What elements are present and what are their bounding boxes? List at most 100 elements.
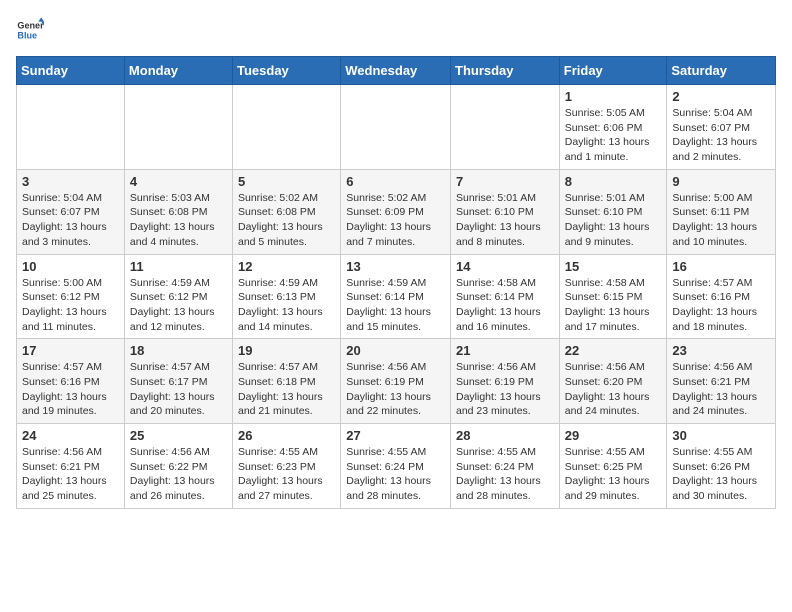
day-info-line: Daylight: 13 hours and 17 minutes.: [565, 305, 662, 334]
day-info-line: Daylight: 13 hours and 25 minutes.: [22, 474, 119, 503]
day-info-line: Daylight: 13 hours and 24 minutes.: [672, 390, 770, 419]
calendar-cell: [124, 85, 232, 170]
day-number: 10: [22, 259, 119, 274]
day-info-line: Daylight: 13 hours and 11 minutes.: [22, 305, 119, 334]
calendar-cell: 25 Sunrise: 4:56 AMSunset: 6:22 PMDayligh…: [124, 424, 232, 509]
day-info-line: Sunset: 6:22 PM: [130, 460, 227, 475]
day-info-line: Sunrise: 4:55 AM: [456, 445, 554, 460]
weekday-header-row: SundayMondayTuesdayWednesdayThursdayFrid…: [17, 57, 776, 85]
day-info-line: Sunrise: 5:04 AM: [672, 106, 770, 121]
day-info-line: Sunrise: 4:57 AM: [238, 360, 335, 375]
calendar-cell: 22Sunrise: 4:56 AMSunset: 6:20 PMDayligh…: [559, 339, 667, 424]
day-number: 17: [22, 343, 119, 358]
day-info-line: Daylight: 13 hours and 22 minutes.: [346, 390, 445, 419]
day-info-line: Sunset: 6:12 PM: [22, 290, 119, 305]
day-number: 16: [672, 259, 770, 274]
day-info-line: Sunrise: 4:55 AM: [672, 445, 770, 460]
day-info-line: Daylight: 13 hours and 5 minutes.: [238, 220, 335, 249]
calendar-cell: 18Sunrise: 4:57 AMSunset: 6:17 PMDayligh…: [124, 339, 232, 424]
day-info-line: Sunrise: 5:01 AM: [456, 191, 554, 206]
day-info-line: Daylight: 13 hours and 20 minutes.: [130, 390, 227, 419]
day-info-line: Sunrise: 4:59 AM: [238, 276, 335, 291]
calendar-cell: 5Sunrise: 5:02 AMSunset: 6:08 PMDaylight…: [233, 169, 341, 254]
day-info-line: Sunset: 6:09 PM: [346, 205, 445, 220]
day-info-line: Sunrise: 5:05 AM: [565, 106, 662, 121]
calendar-cell: [233, 85, 341, 170]
calendar-cell: [17, 85, 125, 170]
svg-text:Blue: Blue: [17, 30, 37, 40]
day-info-line: Sunset: 6:08 PM: [238, 205, 335, 220]
day-info-line: Sunrise: 4:56 AM: [672, 360, 770, 375]
day-info-line: Daylight: 13 hours and 12 minutes.: [130, 305, 227, 334]
day-info-line: Sunrise: 5:02 AM: [238, 191, 335, 206]
calendar-cell: 9Sunrise: 5:00 AMSunset: 6:11 PMDaylight…: [667, 169, 776, 254]
page-header: General Blue: [16, 16, 776, 44]
day-number: 2: [672, 89, 770, 104]
day-number: 22: [565, 343, 662, 358]
day-info-line: Sunset: 6:12 PM: [130, 290, 227, 305]
day-info-line: Daylight: 13 hours and 14 minutes.: [238, 305, 335, 334]
calendar-cell: 13Sunrise: 4:59 AMSunset: 6:14 PMDayligh…: [341, 254, 451, 339]
weekday-header-wednesday: Wednesday: [341, 57, 451, 85]
day-info-line: Daylight: 13 hours and 27 minutes.: [238, 474, 335, 503]
day-info-line: Sunrise: 4:57 AM: [130, 360, 227, 375]
calendar-week-row: 24Sunrise: 4:56 AMSunset: 6:21 PMDayligh…: [17, 424, 776, 509]
day-info-line: Daylight: 13 hours and 2 minutes.: [672, 135, 770, 164]
calendar-cell: 8Sunrise: 5:01 AMSunset: 6:10 PMDaylight…: [559, 169, 667, 254]
day-info-line: Daylight: 13 hours and 10 minutes.: [672, 220, 770, 249]
day-info-line: Sunset: 6:19 PM: [456, 375, 554, 390]
calendar-cell: [451, 85, 560, 170]
day-number: 27: [346, 428, 445, 443]
day-number: 23: [672, 343, 770, 358]
day-number: 6: [346, 174, 445, 189]
day-info-line: Sunset: 6:16 PM: [672, 290, 770, 305]
day-info-line: Sunset: 6:14 PM: [456, 290, 554, 305]
day-info-line: Sunset: 6:19 PM: [346, 375, 445, 390]
day-info-line: Daylight: 13 hours and 4 minutes.: [130, 220, 227, 249]
day-info-line: Sunrise: 4:58 AM: [456, 276, 554, 291]
day-info-line: Sunrise: 4:56 AM: [130, 445, 227, 460]
day-info-line: Daylight: 13 hours and 28 minutes.: [456, 474, 554, 503]
calendar-cell: 10 Sunrise: 5:00 AMSunset: 6:12 PMDayligh…: [17, 254, 125, 339]
day-info-line: Sunset: 6:06 PM: [565, 121, 662, 136]
day-info-line: Daylight: 13 hours and 29 minutes.: [565, 474, 662, 503]
day-number: 3: [22, 174, 119, 189]
day-info-line: Sunrise: 4:58 AM: [565, 276, 662, 291]
day-info-line: Sunrise: 5:01 AM: [565, 191, 662, 206]
day-info-line: Sunset: 6:14 PM: [346, 290, 445, 305]
calendar-week-row: 3Sunrise: 5:04 AMSunset: 6:07 PMDaylight…: [17, 169, 776, 254]
calendar-cell: 15Sunrise: 4:58 AMSunset: 6:15 PMDayligh…: [559, 254, 667, 339]
day-info-line: Daylight: 13 hours and 15 minutes.: [346, 305, 445, 334]
calendar-cell: [341, 85, 451, 170]
calendar-cell: 14Sunrise: 4:58 AMSunset: 6:14 PMDayligh…: [451, 254, 560, 339]
day-info-line: Daylight: 13 hours and 19 minutes.: [22, 390, 119, 419]
calendar-cell: 23Sunrise: 4:56 AMSunset: 6:21 PMDayligh…: [667, 339, 776, 424]
day-info-line: Sunrise: 4:55 AM: [565, 445, 662, 460]
day-info-line: Daylight: 13 hours and 7 minutes.: [346, 220, 445, 249]
day-number: 25: [130, 428, 227, 443]
calendar-cell: 26Sunrise: 4:55 AMSunset: 6:23 PMDayligh…: [233, 424, 341, 509]
day-info-line: Sunrise: 4:55 AM: [238, 445, 335, 460]
day-info-line: Sunset: 6:24 PM: [346, 460, 445, 475]
calendar-cell: 1Sunrise: 5:05 AMSunset: 6:06 PMDaylight…: [559, 85, 667, 170]
day-number: 1: [565, 89, 662, 104]
day-info-line: Daylight: 13 hours and 8 minutes.: [456, 220, 554, 249]
weekday-header-friday: Friday: [559, 57, 667, 85]
day-number: 21: [456, 343, 554, 358]
day-info-line: Sunrise: 4:59 AM: [346, 276, 445, 291]
calendar-cell: 3Sunrise: 5:04 AMSunset: 6:07 PMDaylight…: [17, 169, 125, 254]
logo-icon: General Blue: [16, 16, 44, 44]
day-number: 8: [565, 174, 662, 189]
calendar-cell: 2Sunrise: 5:04 AMSunset: 6:07 PMDaylight…: [667, 85, 776, 170]
day-info-line: Sunset: 6:16 PM: [22, 375, 119, 390]
day-info-line: Sunrise: 5:00 AM: [22, 276, 119, 291]
day-number: 24: [22, 428, 119, 443]
day-info-line: Daylight: 13 hours and 26 minutes.: [130, 474, 227, 503]
calendar-cell: 4Sunrise: 5:03 AMSunset: 6:08 PMDaylight…: [124, 169, 232, 254]
calendar-week-row: 1 Sunrise: 5:05 AMSunset: 6:06 PM Daylight…: [17, 85, 776, 170]
day-info-line: Sunset: 6:25 PM: [565, 460, 662, 475]
day-info-line: Daylight: 13 hours and 23 minutes.: [456, 390, 554, 419]
day-info-line: Sunset: 6:20 PM: [565, 375, 662, 390]
day-number: 15: [565, 259, 662, 274]
calendar-cell: 16Sunrise: 4:57 AMSunset: 6:16 PMDayligh…: [667, 254, 776, 339]
